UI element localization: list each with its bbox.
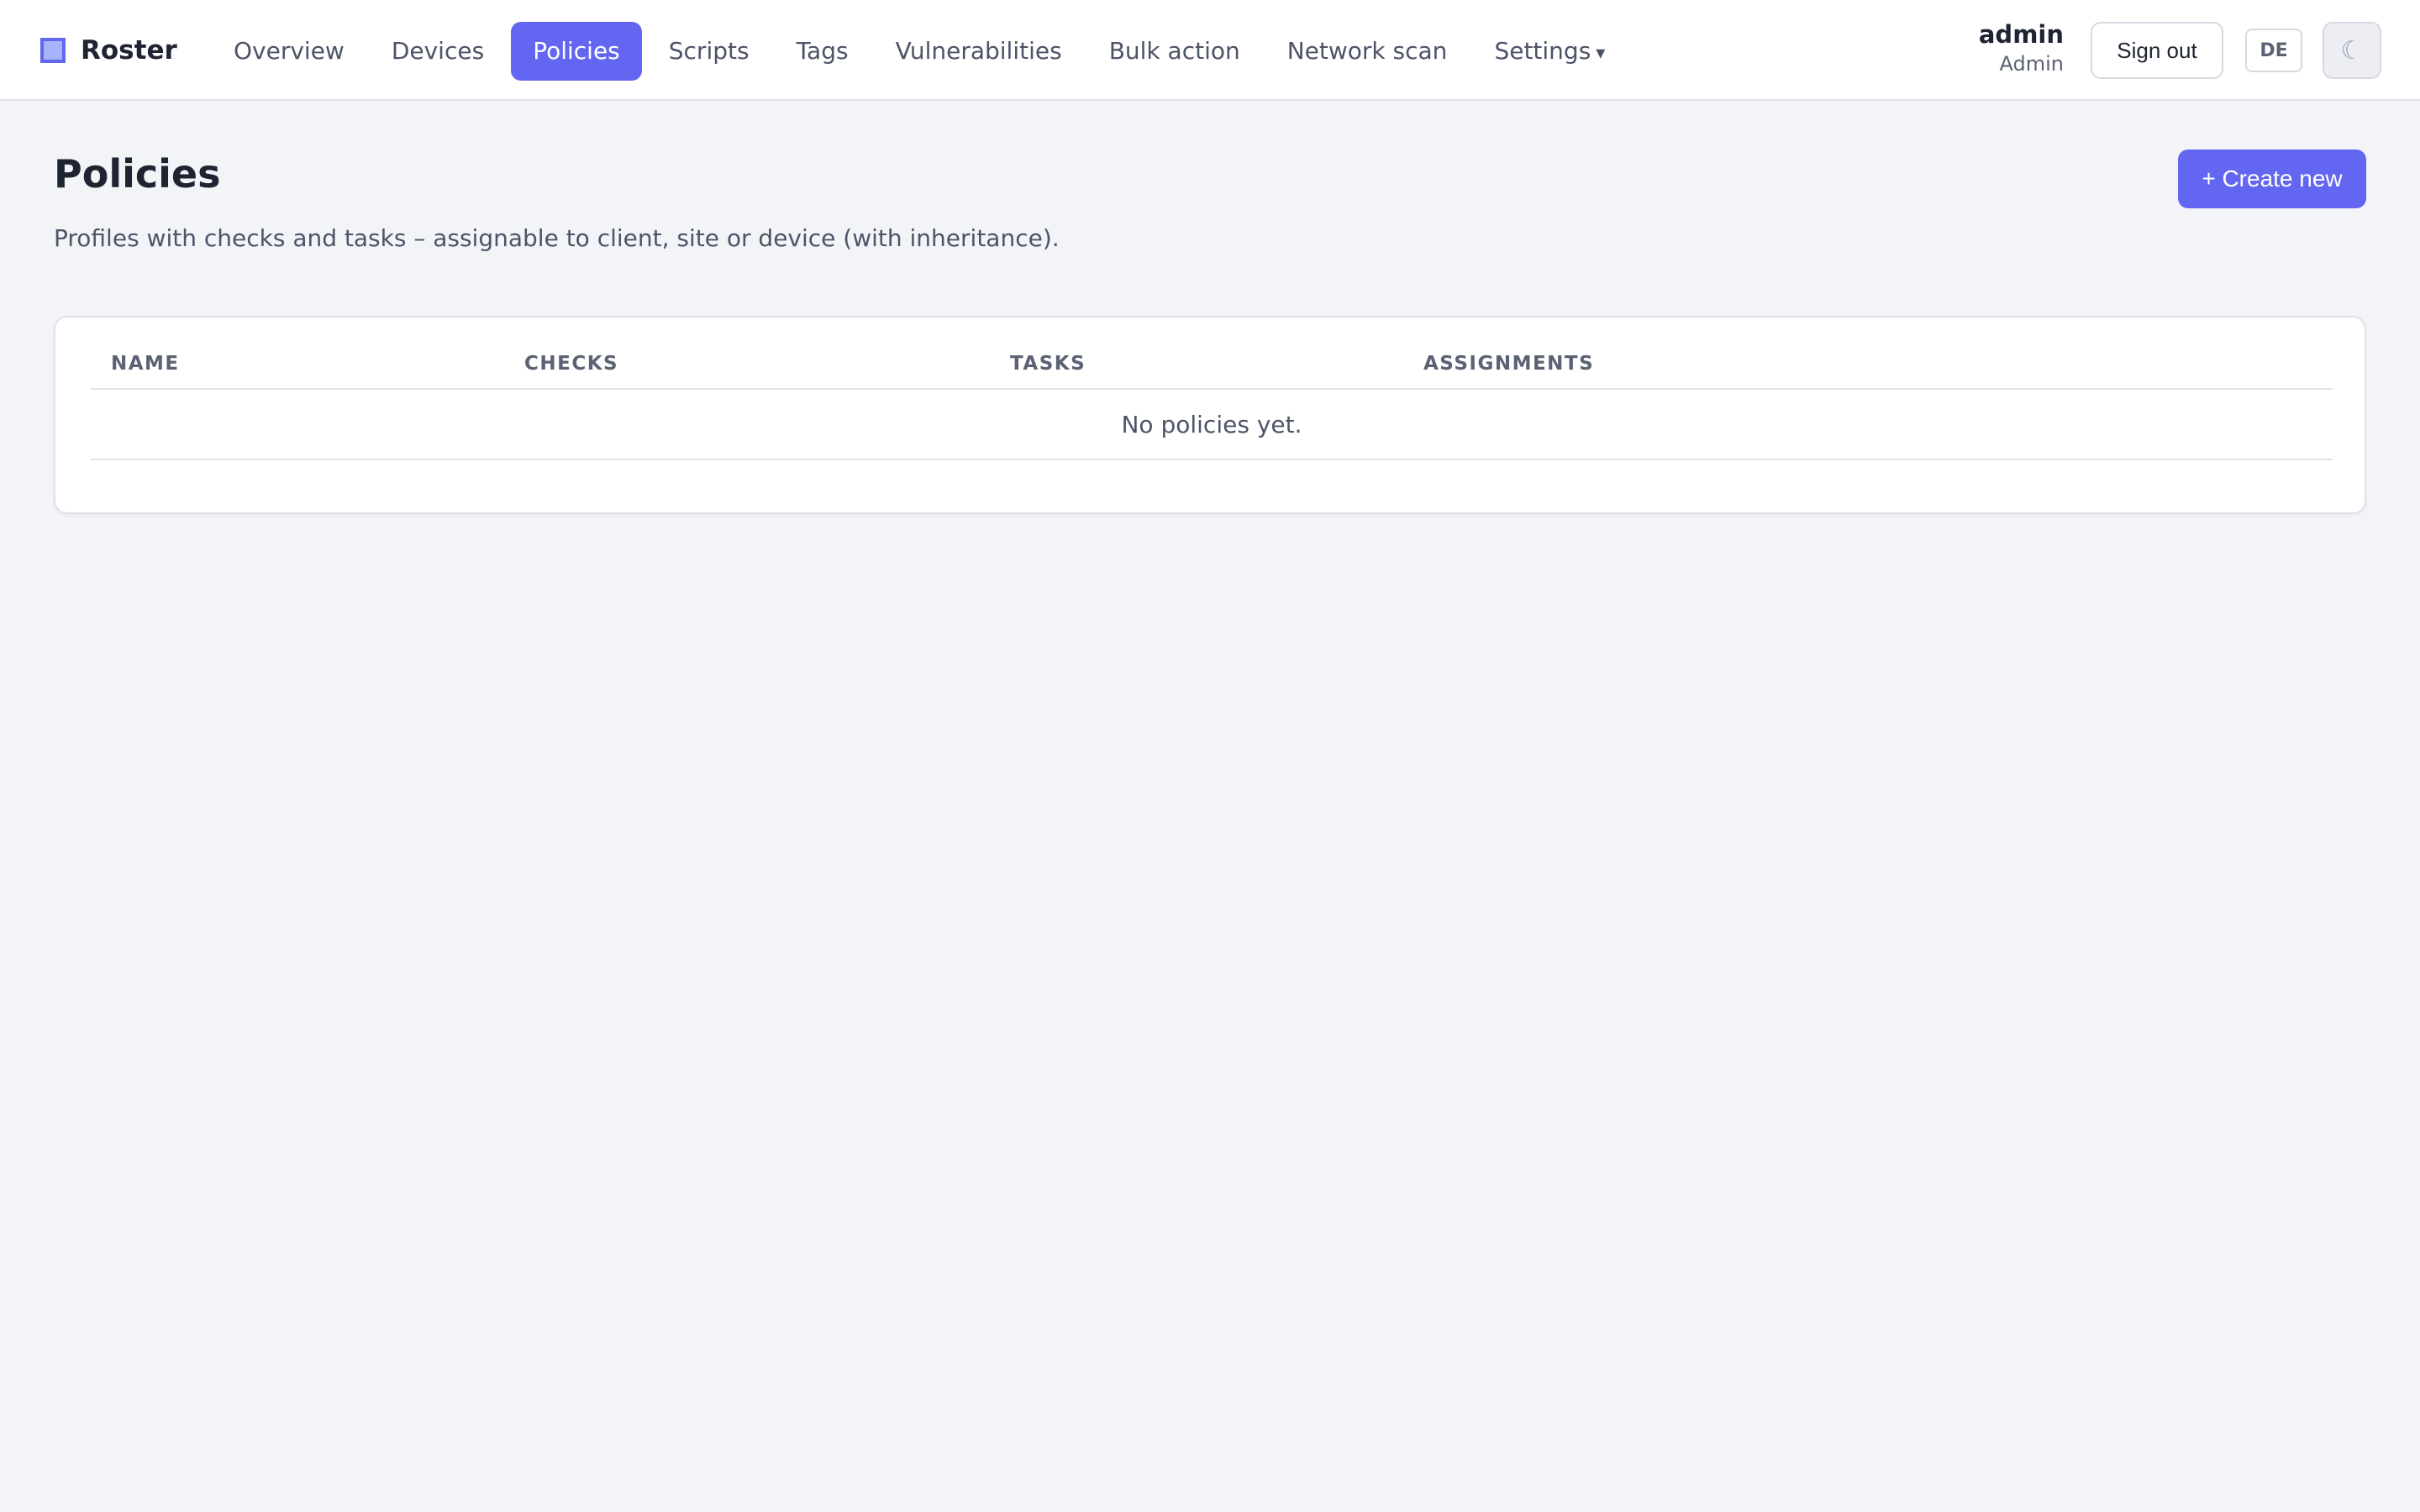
nav-item-settings[interactable]: Settings ▾ (1470, 22, 1628, 81)
theme-toggle-button[interactable]: ☾ (2323, 22, 2381, 79)
empty-state-message: No policies yet. (1121, 410, 1302, 438)
empty-state-row: No policies yet. (91, 390, 2333, 460)
user-role: Admin (1999, 52, 2065, 76)
column-header-assignments[interactable]: ASSIGNMENTS (1423, 351, 1594, 376)
nav-item-network-scan[interactable]: Network scan (1264, 22, 1471, 81)
table-header: NAME CHECKS TASKS ASSIGNMENTS (91, 351, 2333, 390)
nav-item-policies[interactable]: Policies (511, 22, 642, 81)
page-subtitle: Profiles with checks and tasks – assigna… (54, 224, 1060, 252)
create-new-button[interactable]: + Create new (2178, 150, 2366, 208)
logo-icon (40, 38, 66, 63)
moon-icon: ☾ (2340, 35, 2364, 66)
brand[interactable]: Roster (40, 0, 177, 101)
brand-name: Roster (81, 35, 177, 66)
nav-item-vulnerabilities[interactable]: Vulnerabilities (872, 22, 1086, 81)
column-header-tasks[interactable]: TASKS (1010, 351, 1086, 376)
policies-card: NAME CHECKS TASKS ASSIGNMENTS No policie… (54, 316, 2366, 514)
nav-item-bulk-action[interactable]: Bulk action (1086, 22, 1264, 81)
chevron-down-icon: ▾ (1596, 43, 1606, 64)
nav-item-settings-label: Settings (1494, 37, 1591, 65)
nav-item-tags[interactable]: Tags (773, 22, 872, 81)
user-info: admin Admin (1979, 18, 2064, 77)
policies-table: NAME CHECKS TASKS ASSIGNMENTS No policie… (91, 351, 2333, 460)
user-name: admin (1978, 20, 2064, 49)
sign-out-button[interactable]: Sign out (2091, 22, 2223, 79)
column-header-name[interactable]: NAME (111, 351, 180, 376)
column-header-checks[interactable]: CHECKS (524, 351, 618, 376)
nav-item-devices[interactable]: Devices (368, 22, 508, 81)
main-nav: Overview Devices Policies Scripts Tags V… (210, 22, 1628, 81)
top-navbar: Roster Overview Devices Policies Scripts… (0, 0, 2420, 101)
nav-item-scripts[interactable]: Scripts (645, 22, 773, 81)
page-title: Policies (54, 151, 221, 197)
language-toggle-button[interactable]: DE (2245, 29, 2302, 72)
nav-item-overview[interactable]: Overview (210, 22, 368, 81)
